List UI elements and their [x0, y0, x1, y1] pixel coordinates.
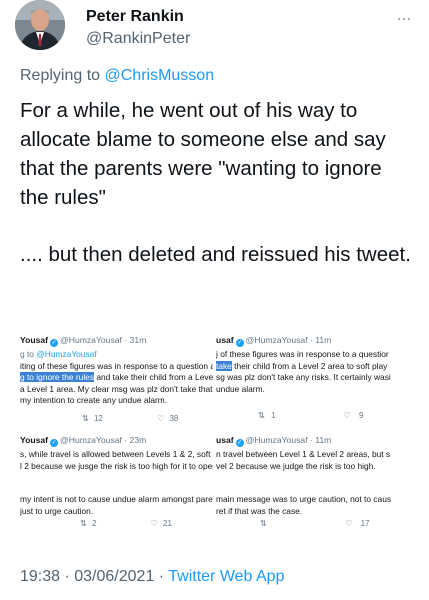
- like-count: 9: [359, 411, 364, 420]
- author-name[interactable]: Peter Rankin: [86, 8, 184, 26]
- embedded-text-line: main message was to urge caution, not to…: [216, 494, 392, 505]
- replying-to: Replying to @ChrisMusson: [20, 67, 214, 85]
- embedded-text-line: a Level 1 area. My clear msg was plz don…: [20, 383, 213, 394]
- like-icon: ♡: [343, 411, 351, 420]
- embedded-text-line: j of these figures was in response to a …: [216, 349, 389, 359]
- like-count: 38: [169, 414, 179, 423]
- embedded-text-line: n travel between Level 1 & Level 2 areas…: [216, 449, 391, 459]
- embedded-tweet-image-top-right[interactable]: usaf ✓ @HumzaYousaf · 11m j of these figur…: [216, 332, 410, 428]
- embedded-replying-prefix: g to: [20, 349, 37, 359]
- embedded-handle: @HumzaYousaf · 23m: [60, 435, 147, 445]
- like-icon: ♡: [157, 414, 165, 423]
- embedded-text-line: undue alarm.: [216, 383, 265, 394]
- like-icon: ♡: [150, 519, 158, 528]
- highlighted-text: take: [216, 360, 232, 371]
- embedded-text-line: their child from a Level 2 area to soft …: [231, 360, 388, 371]
- embedded-text-line: my intent is not to cause undue alarm am…: [20, 494, 213, 505]
- retweet-count: 2: [91, 519, 97, 528]
- retweet-icon: ⇅: [82, 414, 89, 423]
- verified-badge-icon: ✓: [235, 439, 244, 447]
- like-icon: ♡: [345, 519, 353, 528]
- retweet-icon: ⇅: [260, 519, 267, 528]
- embedded-text-line: sg was plz don't take any risks. It cert…: [216, 372, 391, 383]
- like-count: 21: [163, 519, 172, 528]
- retweet-count: 1: [270, 411, 276, 420]
- embedded-text-line: ret if that was the case.: [216, 505, 303, 516]
- embedded-text-line: iting of these figures was in response t…: [20, 360, 213, 371]
- tweet-paragraph-1: For a while, he went out of his way to a…: [20, 99, 386, 209]
- embedded-author-name: Yousaf: [20, 435, 49, 445]
- more-horizontal-icon[interactable]: ···: [396, 8, 412, 29]
- embedded-tweet-image-bottom-left[interactable]: Yousaf ✓ @HumzaYousaf · 23m s, while trave…: [20, 432, 213, 532]
- replying-to-prefix: Replying to: [20, 67, 105, 84]
- tweet-paragraph-2: .... but then deleted and reissued his t…: [20, 243, 411, 266]
- embedded-replying-link: @HumzaYousaf: [36, 349, 97, 359]
- embedded-text-line: and take their child from a Level: [94, 372, 213, 383]
- highlighted-text: g to ignore the rules: [20, 372, 95, 383]
- embedded-handle: @HumzaYousaf · 11m: [245, 435, 332, 445]
- tweet-source-link[interactable]: Twitter Web App: [168, 568, 284, 585]
- embedded-handle: @HumzaYousaf · 31m: [60, 335, 147, 345]
- tweet-timestamp: 19:38 · 03/06/2021 · Twitter Web App: [20, 568, 284, 586]
- verified-badge-icon: ✓: [50, 439, 59, 447]
- embedded-handle: @HumzaYousaf · 11m: [245, 335, 332, 345]
- verified-badge-icon: ✓: [50, 339, 59, 347]
- embedded-author-name: Yousaf: [20, 335, 49, 345]
- tweet-time[interactable]: 19:38 · 03/06/2021 ·: [20, 568, 168, 585]
- embedded-tweet-image-bottom-right[interactable]: usaf ✓ @HumzaYousaf · 11m n travel between…: [216, 432, 410, 532]
- embedded-text-line: just to urge caution.: [20, 505, 94, 516]
- embedded-author-name: usaf: [216, 335, 234, 345]
- embedded-text-line: vel 2 because we judge the risk is too h…: [216, 460, 376, 471]
- like-count: 17: [360, 519, 370, 528]
- embedded-tweet-image-top-left[interactable]: Yousaf ✓ @HumzaYousaf · 31m g to @HumzaYou…: [20, 332, 213, 428]
- author-handle[interactable]: @RankinPeter: [86, 30, 190, 48]
- retweet-icon: ⇅: [258, 411, 265, 420]
- embedded-text-line: my intention to create any undue alarm.: [20, 395, 168, 406]
- avatar[interactable]: [15, 0, 65, 50]
- retweet-count: 12: [93, 414, 103, 423]
- retweet-icon: ⇅: [80, 519, 87, 528]
- embedded-author-name: usaf: [216, 435, 234, 445]
- embedded-text-line: s, while travel is allowed between Level…: [20, 449, 213, 459]
- verified-badge-icon: ✓: [235, 339, 244, 347]
- embedded-text-line: l 2 because we jusge the risk is too hig…: [20, 460, 213, 471]
- replying-to-link[interactable]: @ChrisMusson: [105, 67, 215, 84]
